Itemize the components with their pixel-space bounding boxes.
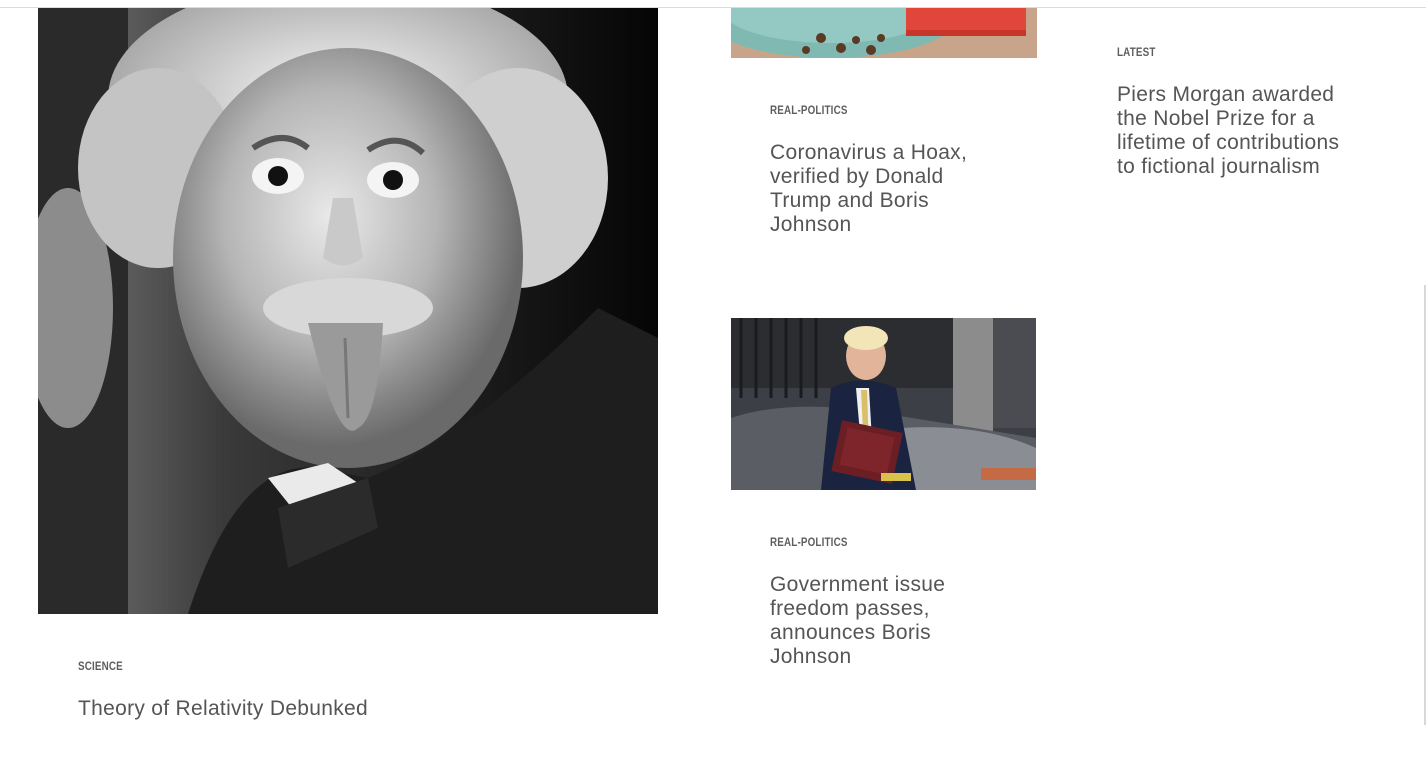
article-title-freedom-passes[interactable]: Government issue freedom passes, announc…	[770, 573, 1010, 669]
einstein-photo	[38, 8, 658, 614]
article-image-coronavirus[interactable]	[731, 8, 1037, 58]
article-image-freedom-passes[interactable]	[731, 318, 1036, 490]
category-label-latest[interactable]: Latest	[1117, 45, 1156, 59]
category-label-real-politics[interactable]: Real-Politics	[770, 103, 848, 117]
article-title-einstein[interactable]: Theory of Relativity Debunked	[78, 697, 638, 721]
plate-photo	[731, 8, 1037, 58]
category-label-real-politics-2[interactable]: Real-Politics	[770, 535, 848, 549]
category-label-science[interactable]: Science	[78, 659, 123, 673]
boris-photo	[731, 318, 1036, 490]
article-title-coronavirus[interactable]: Coronavirus a Hoax, verified by Donald T…	[770, 141, 1010, 237]
article-image-einstein[interactable]	[38, 8, 658, 614]
article-title-latest[interactable]: Piers Morgan awarded the Nobel Prize for…	[1117, 83, 1357, 179]
